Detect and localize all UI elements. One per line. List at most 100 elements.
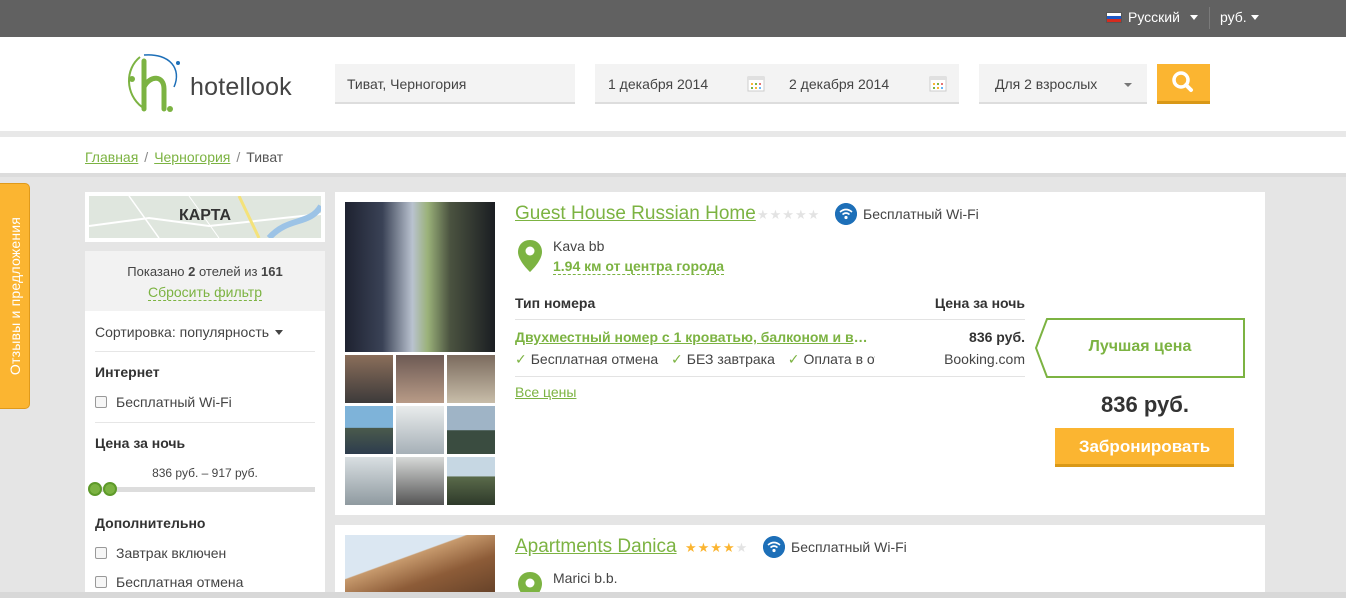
guests-select[interactable]: Для 2 взрослых	[979, 64, 1147, 104]
price-range-value: 836 руб. – 917 руб.	[152, 466, 258, 480]
filters-sidebar: Показано 2 отелей из 161 Сбросить фильтр…	[85, 251, 325, 598]
star-rating: ★★★★★	[757, 207, 821, 222]
hotel-main-photo[interactable]	[345, 535, 495, 598]
price-header: Цена за ночь	[934, 295, 1025, 311]
guests-value: Для 2 взрослых	[995, 76, 1098, 92]
results-text: отелей из	[195, 264, 262, 279]
wifi-filter-label: Бесплатный Wi-Fi	[116, 394, 232, 410]
hotel-card: Apartments Danica ★★★★★ Бесплатный Wi-Fi…	[335, 525, 1265, 598]
best-price-label: Лучшая цена	[1088, 338, 1192, 355]
dates-field: 1 декабря 2014 2 декабря 2014	[595, 64, 959, 104]
hotel-thumbnail[interactable]	[345, 355, 393, 403]
hotel-address: Marici b.b.	[553, 570, 618, 586]
currency-selector[interactable]: руб.	[1220, 9, 1259, 25]
results-total: 161	[261, 264, 283, 279]
free-cancel-filter-label: Бесплатная отмена	[116, 574, 244, 590]
divider	[95, 422, 315, 423]
hotel-thumbnail[interactable]	[447, 355, 495, 403]
room-feature: Оплата в отеле	[803, 351, 875, 367]
room-features: ✓ Бесплатная отмена ✓ БЕЗ завтрака ✓ Оплата…	[515, 351, 875, 368]
calendar-icon[interactable]	[929, 74, 947, 92]
divider	[515, 376, 1025, 377]
hotel-thumbnail[interactable]	[447, 406, 495, 454]
hotel-main-photo[interactable]	[345, 202, 495, 352]
check-icon: ✓	[515, 351, 527, 367]
room-feature: БЕЗ завтрака	[686, 351, 775, 367]
star-rating: ★★★★★	[685, 540, 749, 555]
hotel-thumbnail[interactable]	[447, 457, 495, 505]
search-button[interactable]	[1157, 64, 1210, 104]
site-header: hotellook Тиват, Черногория 1 декабря 20…	[0, 37, 1346, 131]
wifi-label: Бесплатный Wi-Fi	[791, 539, 907, 555]
divider	[515, 319, 1025, 320]
price-slider-max-handle[interactable]	[103, 482, 117, 496]
language-label: Русский	[1128, 9, 1180, 25]
room-price: 836 руб.	[969, 329, 1025, 345]
checkbox-icon	[95, 576, 107, 588]
room-type-header: Тип номера	[515, 295, 596, 311]
price-slider[interactable]	[88, 482, 315, 496]
map-card[interactable]: КАРТА	[85, 192, 325, 242]
breakfast-filter-label: Завтрак включен	[116, 545, 227, 561]
room-name-link[interactable]: Двухместный номер с 1 кроватью, балконом…	[515, 329, 875, 345]
sort-value: популярность	[179, 324, 270, 340]
feedback-tab-label: Отзывы и предложения	[6, 216, 23, 376]
logo[interactable]: hotellook	[120, 49, 300, 119]
sort-dropdown[interactable]: Сортировка: популярность	[95, 324, 284, 340]
hotel-thumbnail[interactable]	[396, 355, 444, 403]
internet-heading: Интернет	[95, 364, 160, 380]
free-cancel-checkbox[interactable]: Бесплатная отмена	[95, 574, 243, 590]
breadcrumb-current: Тиват	[246, 149, 284, 165]
divider	[95, 351, 315, 352]
map-thumbnail: КАРТА	[89, 196, 321, 238]
top-bar: Русский руб.	[0, 0, 1346, 37]
hotellook-logo-icon	[128, 54, 180, 112]
destination-value: Тиват, Черногория	[347, 76, 467, 92]
hotel-name-link[interactable]: Apartments Danica	[515, 536, 677, 558]
all-prices-link[interactable]: Все цены	[515, 384, 576, 400]
russia-flag-icon	[1106, 11, 1122, 23]
checkin-input[interactable]: 1 декабря 2014	[608, 76, 708, 92]
chevron-down-icon	[1189, 14, 1198, 20]
chevron-down-icon	[1124, 83, 1132, 87]
check-icon: ✓	[671, 351, 683, 367]
chevron-down-icon	[1250, 14, 1259, 20]
topbar-divider	[1209, 7, 1210, 29]
wifi-checkbox[interactable]: Бесплатный Wi-Fi	[95, 394, 232, 410]
breadcrumb-home-link[interactable]: Главная	[85, 149, 138, 165]
wifi-icon	[763, 536, 785, 558]
hotel-thumbnail[interactable]	[345, 457, 393, 505]
price-slider-min-handle[interactable]	[88, 482, 102, 496]
checkbox-icon	[95, 396, 107, 408]
logo-text: hotellook	[190, 73, 292, 101]
calendar-icon[interactable]	[747, 74, 765, 92]
hotel-address: Kava bb	[553, 238, 605, 254]
room-source: Booking.com	[944, 351, 1025, 367]
best-price-badge: Лучшая цена	[1035, 318, 1245, 378]
results-summary: Показано 2 отелей из 161 Сбросить фильтр	[85, 251, 325, 311]
destination-input[interactable]: Тиват, Черногория	[335, 64, 575, 104]
bottom-scroll-edge	[0, 592, 1346, 598]
checkout-input[interactable]: 2 декабря 2014	[789, 76, 889, 92]
language-selector[interactable]: Русский	[1106, 9, 1198, 25]
location-pin-icon	[518, 240, 542, 272]
hotel-thumbnail[interactable]	[396, 457, 444, 505]
results-text: Показано	[127, 264, 189, 279]
search-icon	[1172, 71, 1193, 92]
breakfast-checkbox[interactable]: Завтрак включен	[95, 545, 226, 561]
hotel-thumbnail[interactable]	[345, 406, 393, 454]
hotel-thumbnails	[345, 355, 495, 505]
price-heading: Цена за ночь	[95, 435, 186, 451]
reset-filter-link[interactable]: Сбросить фильтр	[147, 284, 263, 301]
hotel-thumbnail[interactable]	[396, 406, 444, 454]
feedback-tab[interactable]: Отзывы и предложения	[0, 183, 30, 409]
currency-label: руб.	[1220, 9, 1247, 25]
breadcrumb: Главная / Черногория / Тиват	[0, 137, 1346, 177]
hotel-name-link[interactable]: Guest House Russian Home	[515, 203, 756, 225]
sort-label: Сортировка:	[95, 324, 176, 340]
wifi-icon	[835, 203, 857, 225]
book-button[interactable]: Забронировать	[1055, 428, 1234, 467]
distance-link[interactable]: 1.94 км от центра города	[553, 258, 725, 275]
breadcrumb-country-link[interactable]: Черногория	[154, 149, 230, 165]
room-feature: Бесплатная отмена	[530, 351, 659, 367]
